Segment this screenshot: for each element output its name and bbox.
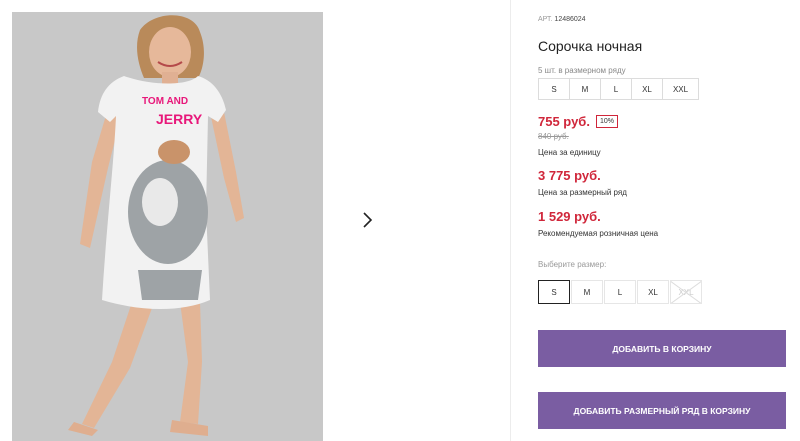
print-text-line1: TOM AND <box>142 96 188 107</box>
add-pack-to-cart-button[interactable]: ДОБАВИТЬ РАЗМЕРНЫЙ РЯД В КОРЗИНУ <box>538 392 786 429</box>
sku-label: АРТ. <box>538 16 553 23</box>
sku: АРТ. 12486024 <box>538 16 586 23</box>
product-photo: TOM AND JERRY <box>12 12 323 441</box>
unit-price-caption: Цена за единицу <box>538 148 601 157</box>
unit-price: 755 руб. <box>538 114 590 129</box>
print-text-line2: JERRY <box>156 111 203 127</box>
pack-size: L <box>600 78 631 100</box>
discount-badge: 10% <box>596 115 619 128</box>
pack-size: XXL <box>662 78 699 100</box>
sku-value: 12486024 <box>554 16 586 23</box>
pack-note: 5 шт. в размерном ряду <box>538 66 626 75</box>
add-to-cart-button[interactable]: ДОБАВИТЬ В КОРЗИНУ <box>538 330 786 367</box>
pack-size: M <box>569 78 600 100</box>
column-divider <box>510 0 511 441</box>
model-photo-illustration: TOM AND JERRY <box>12 12 323 441</box>
size-option-m[interactable]: M <box>571 280 603 304</box>
next-image-button[interactable] <box>348 201 386 239</box>
retail-price-caption: Рекомендуемая розничная цена <box>538 229 659 238</box>
pack-price: 3 775 руб. <box>538 168 601 183</box>
pack-size: S <box>538 78 569 100</box>
size-selector: S M L XL XXL <box>538 280 703 304</box>
choose-size-label: Выберите размер: <box>538 260 607 269</box>
retail-price: 1 529 руб. <box>538 209 601 224</box>
pack-price-caption: Цена за размерный ряд <box>538 188 627 197</box>
size-option-xl[interactable]: XL <box>637 280 669 304</box>
size-option-s[interactable]: S <box>538 280 570 304</box>
pack-size: XL <box>631 78 662 100</box>
chevron-right-icon <box>363 212 373 228</box>
pack-sizes: S M L XL XXL <box>538 78 699 100</box>
old-price: 840 руб. <box>538 132 569 141</box>
size-option-xxl: XXL <box>670 280 702 304</box>
size-option-l[interactable]: L <box>604 280 636 304</box>
product-title: Сорочка ночная <box>538 38 643 54</box>
